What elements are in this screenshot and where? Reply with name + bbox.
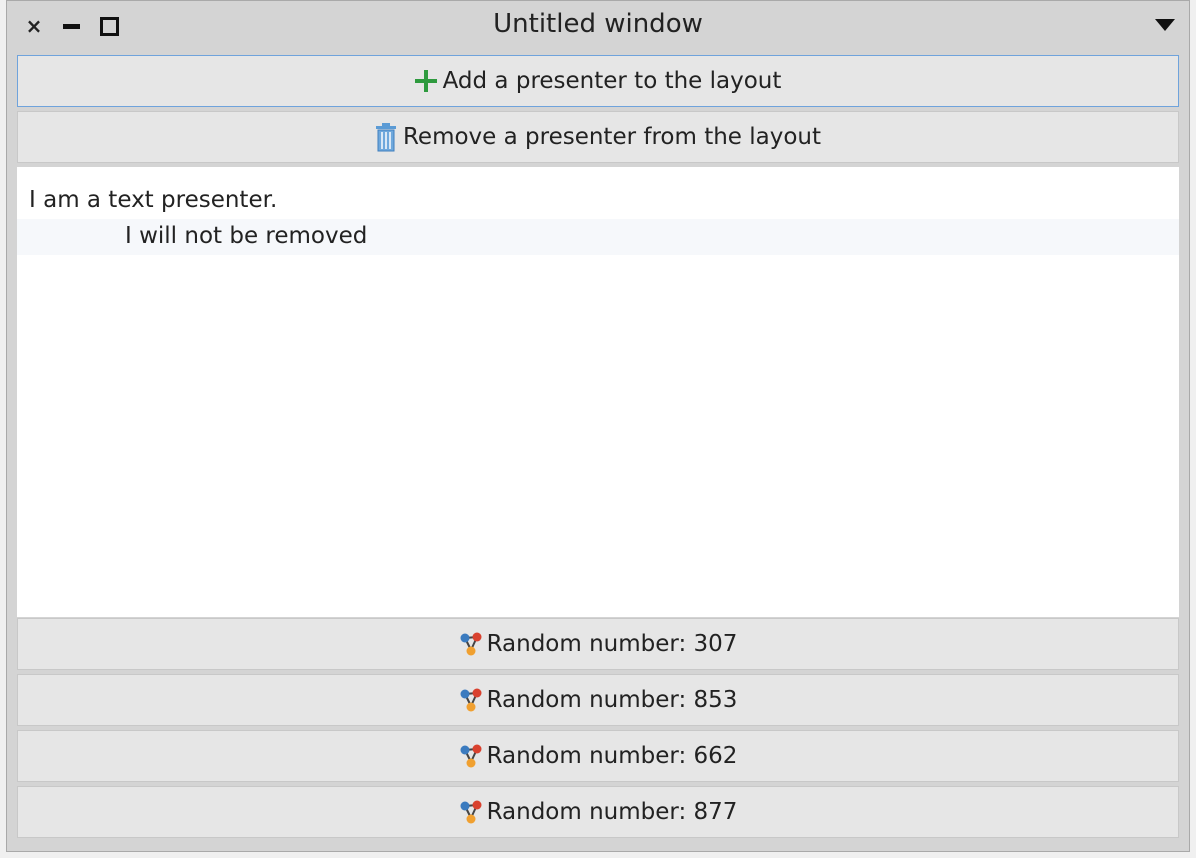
text-presenter[interactable]: I am a text presenter. I will not be rem… <box>17 167 1179 617</box>
random-number-label: Random number: 877 <box>486 799 738 825</box>
random-number-label: Random number: 853 <box>486 687 738 713</box>
title-bar[interactable]: × Untitled window <box>7 1 1189 53</box>
add-presenter-button[interactable]: Add a presenter to the layout <box>17 55 1179 107</box>
random-number-button[interactable]: Random number: 307 <box>17 618 1179 670</box>
window: × Untitled window Add a presenter to the… <box>6 0 1190 852</box>
random-icon <box>459 631 483 657</box>
random-number-button[interactable]: Random number: 853 <box>17 674 1179 726</box>
random-number-button[interactable]: Random number: 877 <box>17 786 1179 838</box>
window-menu-caret-icon[interactable] <box>1155 19 1175 31</box>
random-number-label: Random number: 662 <box>486 743 738 769</box>
random-number-button[interactable]: Random number: 662 <box>17 730 1179 782</box>
text-line-1: I am a text presenter. <box>29 187 278 213</box>
random-icon <box>459 799 483 825</box>
add-icon <box>414 70 437 92</box>
window-title: Untitled window <box>493 9 703 39</box>
remove-presenter-button[interactable]: Remove a presenter from the layout <box>17 111 1179 163</box>
trash-icon <box>375 122 397 152</box>
random-icon <box>459 743 483 769</box>
text-line-2: I will not be removed <box>125 223 368 249</box>
add-presenter-label: Add a presenter to the layout <box>442 68 782 94</box>
random-icon <box>459 687 483 713</box>
random-number-label: Random number: 307 <box>486 631 738 657</box>
remove-presenter-label: Remove a presenter from the layout <box>402 124 822 150</box>
